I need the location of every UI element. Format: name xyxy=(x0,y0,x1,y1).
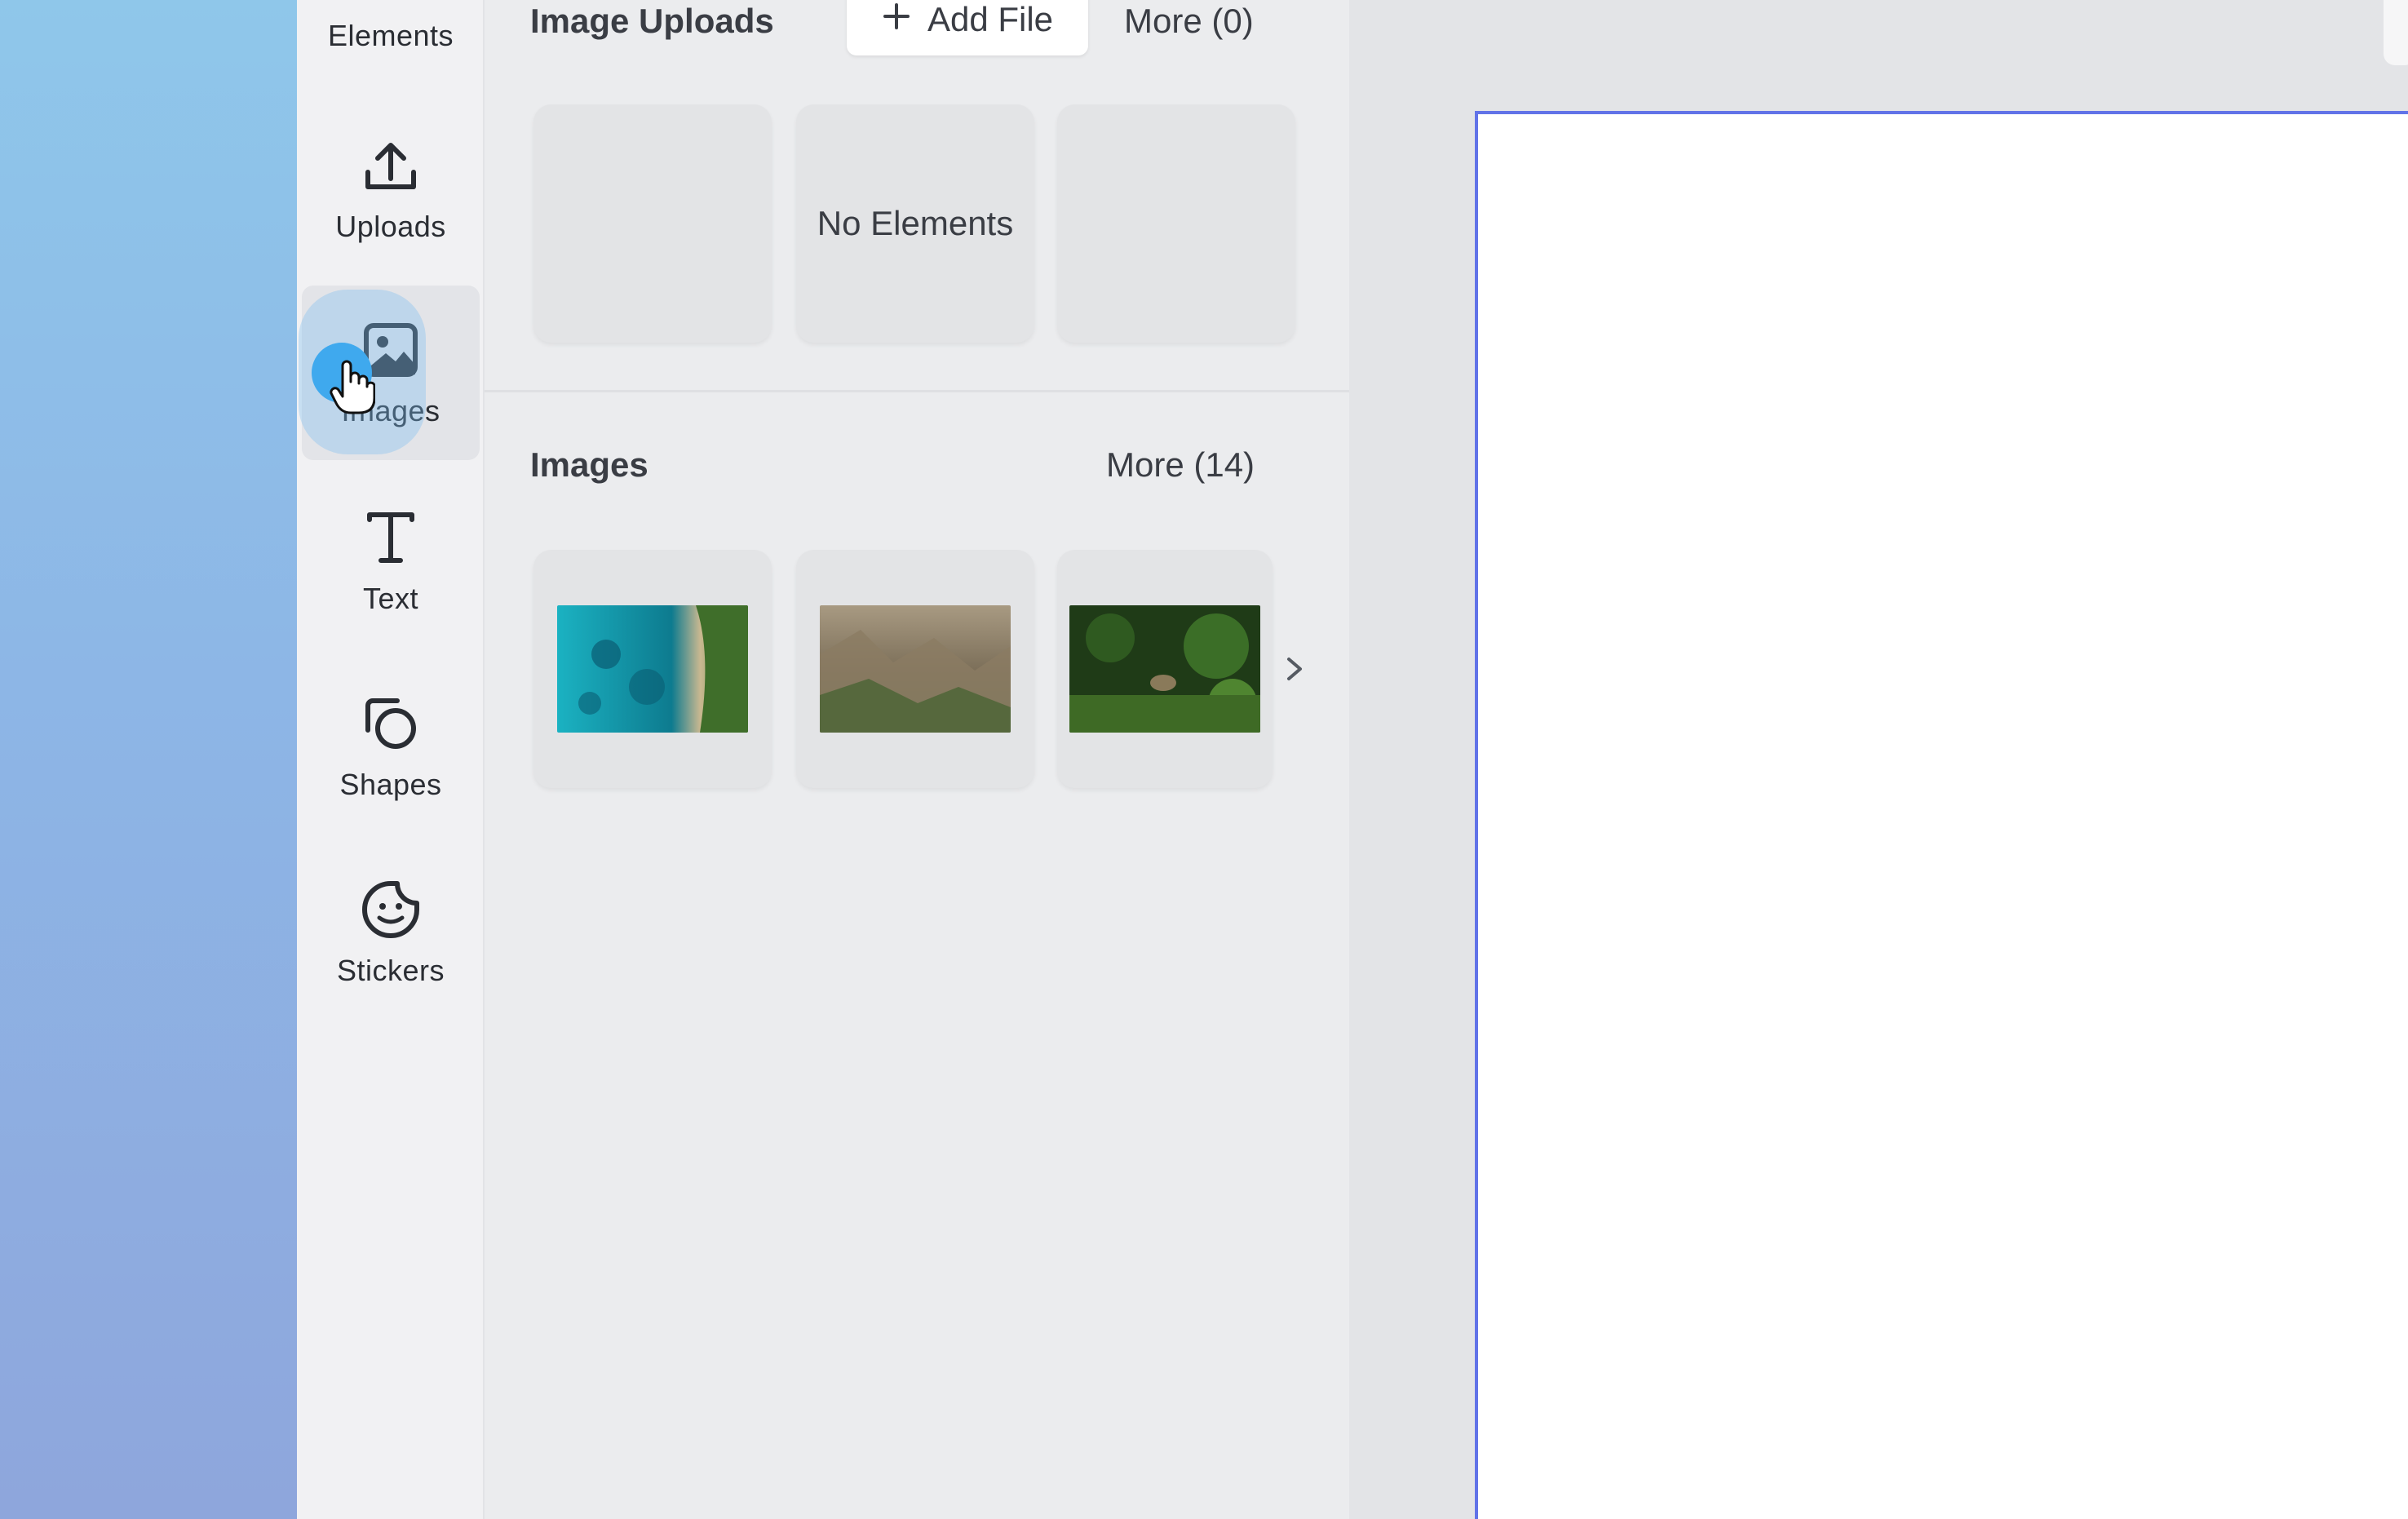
images-more-link[interactable]: More (14) xyxy=(1106,445,1255,485)
image-uploads-title: Image Uploads xyxy=(530,2,774,40)
elements-icon xyxy=(358,0,423,7)
sidebar-item-label: Text xyxy=(362,582,419,615)
add-file-label: Add File xyxy=(927,0,1054,38)
assets-panel: Image Uploads Add File More (0) No Eleme… xyxy=(485,0,1349,1519)
sidebar-rail: Elements Uploads Images Text Shapes Stic… xyxy=(297,0,485,1519)
sidebar-item-elements[interactable]: Elements xyxy=(297,0,485,85)
sidebar-item-label: Elements xyxy=(327,19,454,52)
sidebar-item-shapes[interactable]: Shapes xyxy=(297,659,485,834)
upload-placeholder-tile xyxy=(1057,104,1295,343)
hand-cursor-icon xyxy=(330,359,376,416)
no-elements-text: No Elements xyxy=(817,204,1014,242)
toolbar-edge xyxy=(2384,0,2408,65)
sidebar-item-label: Stickers xyxy=(336,954,445,987)
upload-placeholder-tile xyxy=(533,104,772,343)
images-section-title: Images xyxy=(530,445,648,484)
image-tile[interactable] xyxy=(1057,550,1273,788)
desktop-wallpaper xyxy=(0,0,297,1519)
image-tile[interactable] xyxy=(533,550,772,788)
forest-thumbnail xyxy=(1069,605,1260,733)
sidebar-item-label: Uploads xyxy=(335,210,446,243)
canyon-thumbnail xyxy=(820,605,1011,733)
design-canvas[interactable] xyxy=(1475,111,2408,1519)
upload-placeholder-tile: No Elements xyxy=(796,104,1034,343)
image-tile[interactable] xyxy=(796,550,1034,788)
canvas-workspace xyxy=(1349,0,2408,1519)
chevron-right-icon[interactable] xyxy=(1282,653,1307,689)
shapes-icon xyxy=(358,691,423,756)
sticker-icon xyxy=(358,877,423,942)
sidebar-item-uploads[interactable]: Uploads xyxy=(297,101,485,276)
coastline-thumbnail xyxy=(557,605,748,733)
upload-icon xyxy=(358,133,423,198)
text-icon xyxy=(358,505,423,570)
add-file-button[interactable]: Add File xyxy=(847,0,1088,55)
sidebar-item-text[interactable]: Text xyxy=(297,473,485,648)
sidebar-item-stickers[interactable]: Stickers xyxy=(297,845,485,1020)
section-divider xyxy=(485,390,1349,392)
uploads-more-link[interactable]: More (0) xyxy=(1124,2,1254,41)
plus-icon xyxy=(882,0,911,39)
sidebar-item-label: Shapes xyxy=(339,768,442,801)
